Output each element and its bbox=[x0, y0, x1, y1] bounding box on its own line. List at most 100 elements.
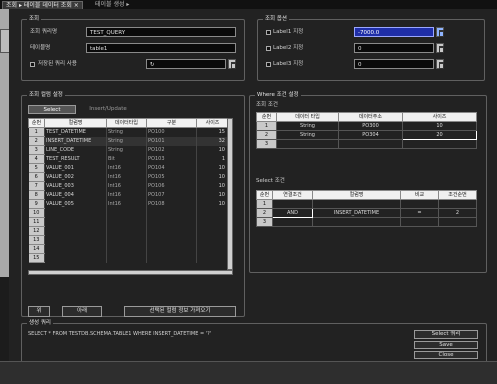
table-row[interactable]: 2 AND INSERT_DATETIME = 2 bbox=[256, 208, 477, 218]
data-type-cell[interactable]: String bbox=[106, 145, 147, 155]
table-row[interactable]: 12 bbox=[28, 226, 229, 236]
row-number[interactable]: 8 bbox=[28, 190, 45, 200]
tag-cell[interactable]: PO104 bbox=[146, 163, 197, 173]
column-name-cell[interactable] bbox=[44, 235, 107, 245]
cond-header-col[interactable]: 컬럼명 bbox=[312, 190, 401, 200]
option1-open-icon[interactable] bbox=[436, 27, 444, 37]
data-type-cell[interactable]: String bbox=[106, 127, 147, 137]
data-type-cell[interactable]: Int16 bbox=[106, 190, 147, 200]
column-name-cell[interactable]: LINE_CODE bbox=[44, 145, 107, 155]
size-cell[interactable]: 10 bbox=[196, 199, 229, 209]
table-row[interactable]: 7 VALUE_003 Int16 PO106 10 bbox=[28, 181, 229, 191]
column-name-cell[interactable] bbox=[44, 208, 107, 218]
address-cell[interactable]: PO300 bbox=[338, 121, 403, 131]
data-type-cell[interactable]: String bbox=[276, 121, 339, 131]
condition-index-cell[interactable] bbox=[438, 199, 477, 209]
data-type-cell[interactable] bbox=[106, 217, 147, 227]
save-button[interactable]: Save bbox=[414, 341, 478, 349]
cond-header-conn[interactable]: 연결조건 bbox=[272, 190, 313, 200]
col-header-tag[interactable]: 구분 bbox=[146, 118, 197, 128]
data-type-cell[interactable]: Int16 bbox=[106, 181, 147, 191]
size-cell[interactable]: 32 bbox=[196, 136, 229, 146]
row-number[interactable]: 1 bbox=[256, 199, 273, 209]
table-row[interactable]: 14 bbox=[28, 244, 229, 254]
table-row[interactable]: 3 LINE_CODE String PO102 10 bbox=[28, 145, 229, 155]
where-header-num[interactable]: 순번 bbox=[256, 112, 277, 122]
row-number[interactable]: 4 bbox=[28, 154, 45, 164]
close-button[interactable]: Close bbox=[414, 351, 478, 359]
table-row[interactable]: 8 VALUE_004 Int16 PO107 10 bbox=[28, 190, 229, 200]
table-row[interactable]: 6 VALUE_002 Int16 PO105 10 bbox=[28, 172, 229, 182]
row-number[interactable]: 7 bbox=[28, 181, 45, 191]
data-type-cell[interactable]: Int16 bbox=[106, 163, 147, 173]
generated-query-text[interactable]: SELECT * FROM TESTDB.SCHEMA.TABLE1 WHERE… bbox=[28, 331, 211, 338]
table-row[interactable]: 9 VALUE_005 Int16 PO108 10 bbox=[28, 199, 229, 209]
size-cell[interactable] bbox=[402, 139, 477, 149]
col-header-size[interactable]: 사이즈 bbox=[196, 118, 229, 128]
option3-input[interactable]: 0 bbox=[354, 59, 434, 69]
connector-cell[interactable] bbox=[272, 217, 313, 227]
column-name-cell[interactable]: INSERT_DATETIME bbox=[44, 136, 107, 146]
table-row[interactable]: 15 bbox=[28, 253, 229, 263]
row-number[interactable]: 3 bbox=[28, 145, 45, 155]
table-row[interactable]: 1 bbox=[256, 199, 477, 209]
column-name-cell[interactable] bbox=[312, 199, 401, 209]
tag-cell[interactable]: PO107 bbox=[146, 190, 197, 200]
condition-index-cell[interactable]: 2 bbox=[438, 208, 477, 218]
row-number[interactable]: 14 bbox=[28, 244, 45, 254]
size-cell[interactable]: 10 bbox=[196, 190, 229, 200]
where-header-size[interactable]: 사이즈 bbox=[402, 112, 477, 122]
row-number[interactable]: 12 bbox=[28, 226, 45, 236]
size-cell[interactable]: 10 bbox=[402, 121, 477, 131]
data-type-cell[interactable]: String bbox=[106, 136, 147, 146]
columns-table-scrollbar[interactable] bbox=[227, 118, 233, 270]
option3-open-icon[interactable] bbox=[436, 59, 444, 69]
cond-header-op[interactable]: 비교 bbox=[400, 190, 439, 200]
row-number[interactable]: 3 bbox=[256, 139, 277, 149]
data-type-cell[interactable] bbox=[106, 208, 147, 218]
saved-query-open-icon[interactable] bbox=[228, 59, 236, 69]
column-name-cell[interactable] bbox=[44, 226, 107, 236]
table-row[interactable]: 4 TEST_RESULT Bit PO103 1 bbox=[28, 154, 229, 164]
row-number[interactable]: 5 bbox=[28, 163, 45, 173]
table-row[interactable]: 11 bbox=[28, 217, 229, 227]
row-number[interactable]: 3 bbox=[256, 217, 273, 227]
tag-cell[interactable] bbox=[146, 235, 197, 245]
move-down-button[interactable]: 아래 bbox=[62, 306, 102, 317]
tab-create-table[interactable]: 테이블 생성 ▸ bbox=[92, 1, 132, 9]
option1-input[interactable]: -7000.0 bbox=[354, 27, 434, 37]
col-header-num[interactable]: 순번 bbox=[28, 118, 45, 128]
tag-cell[interactable] bbox=[146, 217, 197, 227]
address-cell[interactable] bbox=[338, 139, 403, 149]
size-cell[interactable]: 10 bbox=[196, 172, 229, 182]
connector-cell[interactable]: AND bbox=[272, 208, 313, 218]
data-type-cell[interactable] bbox=[106, 235, 147, 245]
tag-cell[interactable] bbox=[146, 226, 197, 236]
column-name-cell[interactable] bbox=[44, 253, 107, 263]
option3-checkbox[interactable] bbox=[266, 62, 271, 67]
column-name-cell[interactable]: TEST_DATETIME bbox=[44, 127, 107, 137]
row-number[interactable]: 13 bbox=[28, 235, 45, 245]
data-type-cell[interactable] bbox=[106, 226, 147, 236]
address-cell[interactable]: PO304 bbox=[338, 130, 403, 140]
column-name-cell[interactable]: INSERT_DATETIME bbox=[312, 208, 401, 218]
size-cell[interactable] bbox=[196, 244, 229, 254]
row-number[interactable]: 6 bbox=[28, 172, 45, 182]
saved-query-select[interactable]: ↻ bbox=[146, 59, 226, 69]
operator-cell[interactable] bbox=[400, 217, 439, 227]
condition-index-cell[interactable] bbox=[438, 217, 477, 227]
data-type-cell[interactable] bbox=[106, 244, 147, 254]
row-number[interactable]: 2 bbox=[256, 208, 273, 218]
table-row[interactable]: 2 INSERT_DATETIME String PO101 32 bbox=[28, 136, 229, 146]
column-name-cell[interactable] bbox=[44, 217, 107, 227]
size-cell[interactable]: 10 bbox=[196, 163, 229, 173]
cond-header-num[interactable]: 순번 bbox=[256, 190, 273, 200]
size-cell[interactable] bbox=[196, 217, 229, 227]
connector-cell[interactable] bbox=[272, 199, 313, 209]
column-name-cell[interactable]: VALUE_003 bbox=[44, 181, 107, 191]
table-row[interactable]: 10 bbox=[28, 208, 229, 218]
option2-input[interactable]: 0 bbox=[354, 43, 434, 53]
where-header-addr[interactable]: 데이터주소 bbox=[338, 112, 403, 122]
operator-cell[interactable]: = bbox=[400, 208, 439, 218]
table-row[interactable]: 3 bbox=[256, 217, 477, 227]
